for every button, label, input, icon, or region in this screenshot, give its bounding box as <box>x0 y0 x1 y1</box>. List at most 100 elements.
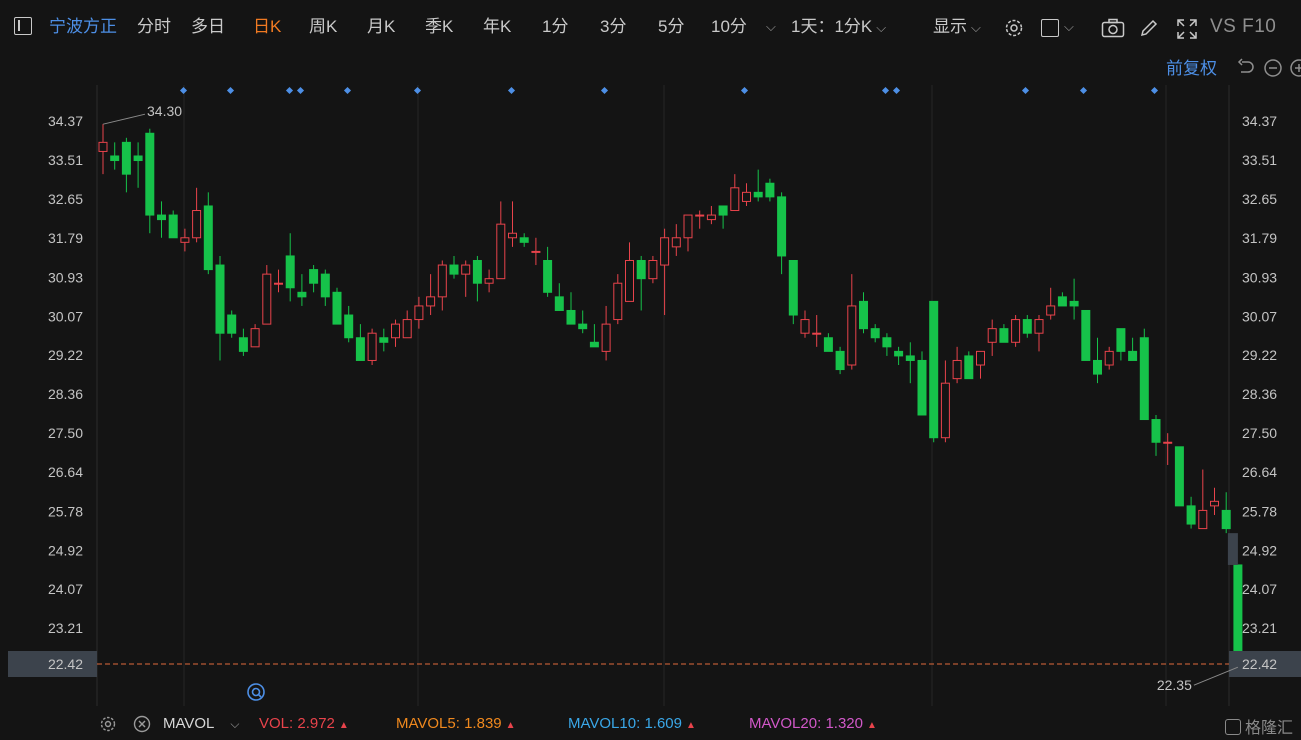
tab-period-10min[interactable]: 10分 <box>711 15 747 39</box>
tab-period-3min[interactable]: 3分 <box>600 15 626 39</box>
layout-square-icon[interactable] <box>1041 19 1059 37</box>
candle-body <box>800 319 810 334</box>
candle-body <box>1198 509 1208 530</box>
candle-body <box>484 278 494 284</box>
candle-body <box>344 314 354 339</box>
candle-body <box>1128 350 1138 361</box>
mavol10-readout: MAVOL10: 1.609 ▲ <box>568 714 696 736</box>
candle-body <box>449 264 459 275</box>
vs-f10-button[interactable]: VS F10 <box>1210 15 1276 39</box>
display-menu[interactable]: 显示 ⌵ <box>933 15 981 40</box>
candle-body <box>472 259 482 284</box>
y-tick-label: 31.79 <box>48 230 83 246</box>
candle-body <box>753 191 763 198</box>
y-tick-label: 30.93 <box>1242 269 1277 285</box>
candle-body <box>554 296 564 311</box>
tab-period-day-k[interactable]: 日K <box>253 15 281 39</box>
y-tick-label: 24.07 <box>1242 581 1277 597</box>
y-tick-label: 33.51 <box>48 152 83 168</box>
undo-icon[interactable] <box>1236 58 1256 83</box>
candle-body <box>1022 319 1032 334</box>
sidebar-toggle-icon[interactable] <box>14 17 32 35</box>
high-annotation-label: 34.30 <box>147 103 182 119</box>
candle <box>964 351 974 380</box>
candle-body <box>110 155 120 162</box>
y-tick-label: 30.07 <box>48 308 83 324</box>
y-tick-label: 32.65 <box>1242 191 1277 207</box>
pencil-draw-icon[interactable] <box>1139 18 1159 43</box>
indicator-selector[interactable]: MAVOL ⌵ <box>163 714 240 734</box>
mavol5-label: MAVOL5: <box>396 715 460 732</box>
zoom-out-icon[interactable] <box>1263 58 1283 83</box>
camera-icon[interactable] <box>1101 18 1125 43</box>
up-arrow-icon: ▲ <box>338 720 349 731</box>
zoom-in-icon[interactable] <box>1289 58 1301 83</box>
candle <box>168 210 178 239</box>
candle-body <box>496 223 506 280</box>
stock-name[interactable]: 宁波方正 <box>49 15 117 39</box>
candle-body <box>508 232 517 239</box>
candle-body <box>940 382 950 439</box>
tab-period-1min[interactable]: 1分 <box>542 15 568 39</box>
candle-body <box>1139 337 1149 421</box>
y-tick-label: 33.51 <box>1242 152 1277 168</box>
candle-body <box>812 332 822 335</box>
y-tick-label: 30.93 <box>48 269 83 285</box>
candle-body <box>250 328 260 348</box>
up-arrow-icon: ▲ <box>505 720 516 731</box>
candle <box>1011 315 1021 347</box>
settings-gear-icon[interactable] <box>99 715 117 738</box>
tab-period-year-k[interactable]: 年K <box>483 15 511 39</box>
fullscreen-icon[interactable] <box>1176 18 1198 45</box>
tab-period-duori[interactable]: 多日 <box>191 15 225 39</box>
candle-body <box>636 259 646 280</box>
toolbar: 宁波方正 分时 多日 日K 周K 月K 季K 年K 1分 3分 5分 10分 ⌵… <box>0 0 1301 56</box>
chevron-down-icon[interactable]: ⌵ <box>766 15 776 39</box>
candle-body <box>203 205 213 271</box>
up-arrow-icon: ▲ <box>685 720 696 731</box>
chevron-down-icon: ⌵ <box>230 717 240 731</box>
y-tick-label: 29.22 <box>1242 347 1277 363</box>
mavol20-label: MAVOL20: <box>749 715 822 732</box>
tab-period-month-k[interactable]: 月K <box>367 15 395 39</box>
candle-body <box>683 214 693 239</box>
y-tick-label: 29.22 <box>48 347 83 363</box>
chevron-down-icon: ⌵ <box>971 20 981 35</box>
y-tick-label: 27.50 <box>48 425 83 441</box>
tab-period-5min[interactable]: 5分 <box>658 15 684 39</box>
candle-body <box>788 259 798 316</box>
settings-gear-icon[interactable] <box>1003 17 1025 44</box>
tab-period-week-k[interactable]: 周K <box>309 15 337 39</box>
y-tick-label: 27.50 <box>1242 425 1277 441</box>
candle-body <box>379 337 389 343</box>
interval-label: 1天：1分K <box>791 17 873 36</box>
y-tick-label: 22.42 <box>1242 656 1277 672</box>
y-tick-label: 24.92 <box>1242 542 1277 558</box>
candle-body <box>671 237 681 248</box>
interval-selector[interactable]: 1天：1分K ⌵ <box>791 15 886 40</box>
y-tick-label: 24.92 <box>48 542 83 558</box>
y-tick-label: 34.37 <box>1242 113 1277 129</box>
candle-body <box>391 323 400 339</box>
tab-period-season-k[interactable]: 季K <box>425 15 453 39</box>
adjust-mode-button[interactable]: 前复权 <box>1166 57 1217 81</box>
tab-period-fenshi[interactable]: 分时 <box>137 15 171 39</box>
candle-body <box>1233 564 1243 665</box>
price-gap-block <box>1227 533 1238 565</box>
candle-body <box>976 350 985 366</box>
candle-body <box>1011 319 1021 343</box>
candle-body <box>1186 505 1196 525</box>
y-tick-label: 28.36 <box>1242 386 1277 402</box>
candle-body <box>660 237 670 266</box>
candle-body <box>543 259 553 293</box>
kline-chart[interactable]: 34.37 33.51 32.65 31.79 30.93 30.07 29.22 28.36… <box>0 0 1301 740</box>
candle-body <box>823 337 833 352</box>
y-tick-label: 26.64 <box>1242 464 1277 480</box>
mavol5-readout: MAVOL5: 1.839 ▲ <box>396 714 516 736</box>
candle-body <box>215 264 225 334</box>
candle-body <box>238 337 248 352</box>
close-icon[interactable] <box>133 715 151 738</box>
mavol20-readout: MAVOL20: 1.320 ▲ <box>749 714 877 736</box>
candle-body <box>274 282 283 285</box>
chevron-down-icon[interactable]: ⌵ <box>1064 15 1074 39</box>
